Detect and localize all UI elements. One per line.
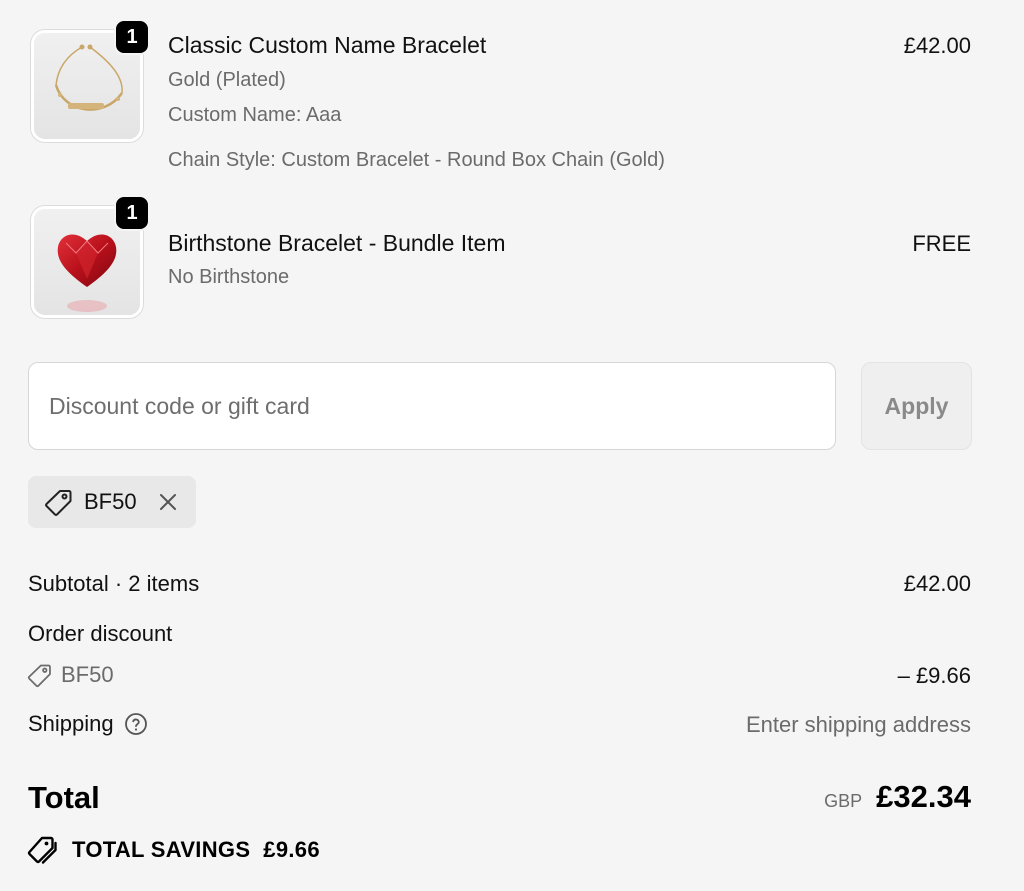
- total-savings-value: £9.66: [263, 837, 320, 862]
- order-discount-label: Order discount: [28, 621, 173, 646]
- quantity-badge: 1: [114, 195, 150, 231]
- shipping-value: Enter shipping address: [745, 712, 971, 737]
- double-tag-icon: [27, 834, 59, 866]
- total-value: £32.34: [876, 779, 971, 814]
- product-custom-name: Custom Name: Aaa: [168, 104, 342, 126]
- product-variant: Gold (Plated): [168, 69, 286, 91]
- total-savings-label: TOTAL SAVINGS: [72, 837, 251, 862]
- discount-value: – £9.66: [897, 663, 971, 688]
- total-amount: GBP £32.34: [824, 779, 971, 815]
- product-price: £42.00: [903, 33, 971, 58]
- discount-code-label: BF50: [61, 662, 114, 687]
- close-icon[interactable]: [156, 490, 180, 514]
- help-circle-icon[interactable]: [124, 712, 148, 736]
- discount-code-input[interactable]: [28, 362, 836, 450]
- product-image-birthstone: 1: [31, 195, 150, 318]
- product-title: Birthstone Bracelet - Bundle Item: [168, 230, 506, 256]
- shipping-label: Shipping: [28, 711, 114, 736]
- product-title: Classic Custom Name Bracelet: [168, 32, 487, 58]
- product-price: FREE: [912, 231, 971, 256]
- discount-code-row: BF50: [27, 662, 114, 688]
- total-savings-row: TOTAL SAVINGS £9.66: [27, 834, 320, 866]
- subtotal-label: Subtotal · 2 items: [28, 571, 200, 596]
- tag-icon: [44, 487, 74, 517]
- shipping-row: Shipping: [28, 711, 148, 737]
- applied-code-label: BF50: [84, 489, 137, 514]
- tag-icon: [27, 662, 53, 688]
- subtotal-value: £42.00: [903, 571, 971, 596]
- quantity-badge: 1: [114, 19, 150, 55]
- product-chain-style: Chain Style: Custom Bracelet - Round Box…: [168, 149, 665, 171]
- product-variant: No Birthstone: [168, 266, 290, 288]
- total-label: Total: [28, 780, 100, 815]
- currency-code: GBP: [824, 791, 863, 811]
- product-image-bracelet: 1: [31, 19, 150, 142]
- applied-discount-chip: BF50: [28, 476, 196, 528]
- apply-discount-button[interactable]: Apply: [861, 362, 972, 450]
